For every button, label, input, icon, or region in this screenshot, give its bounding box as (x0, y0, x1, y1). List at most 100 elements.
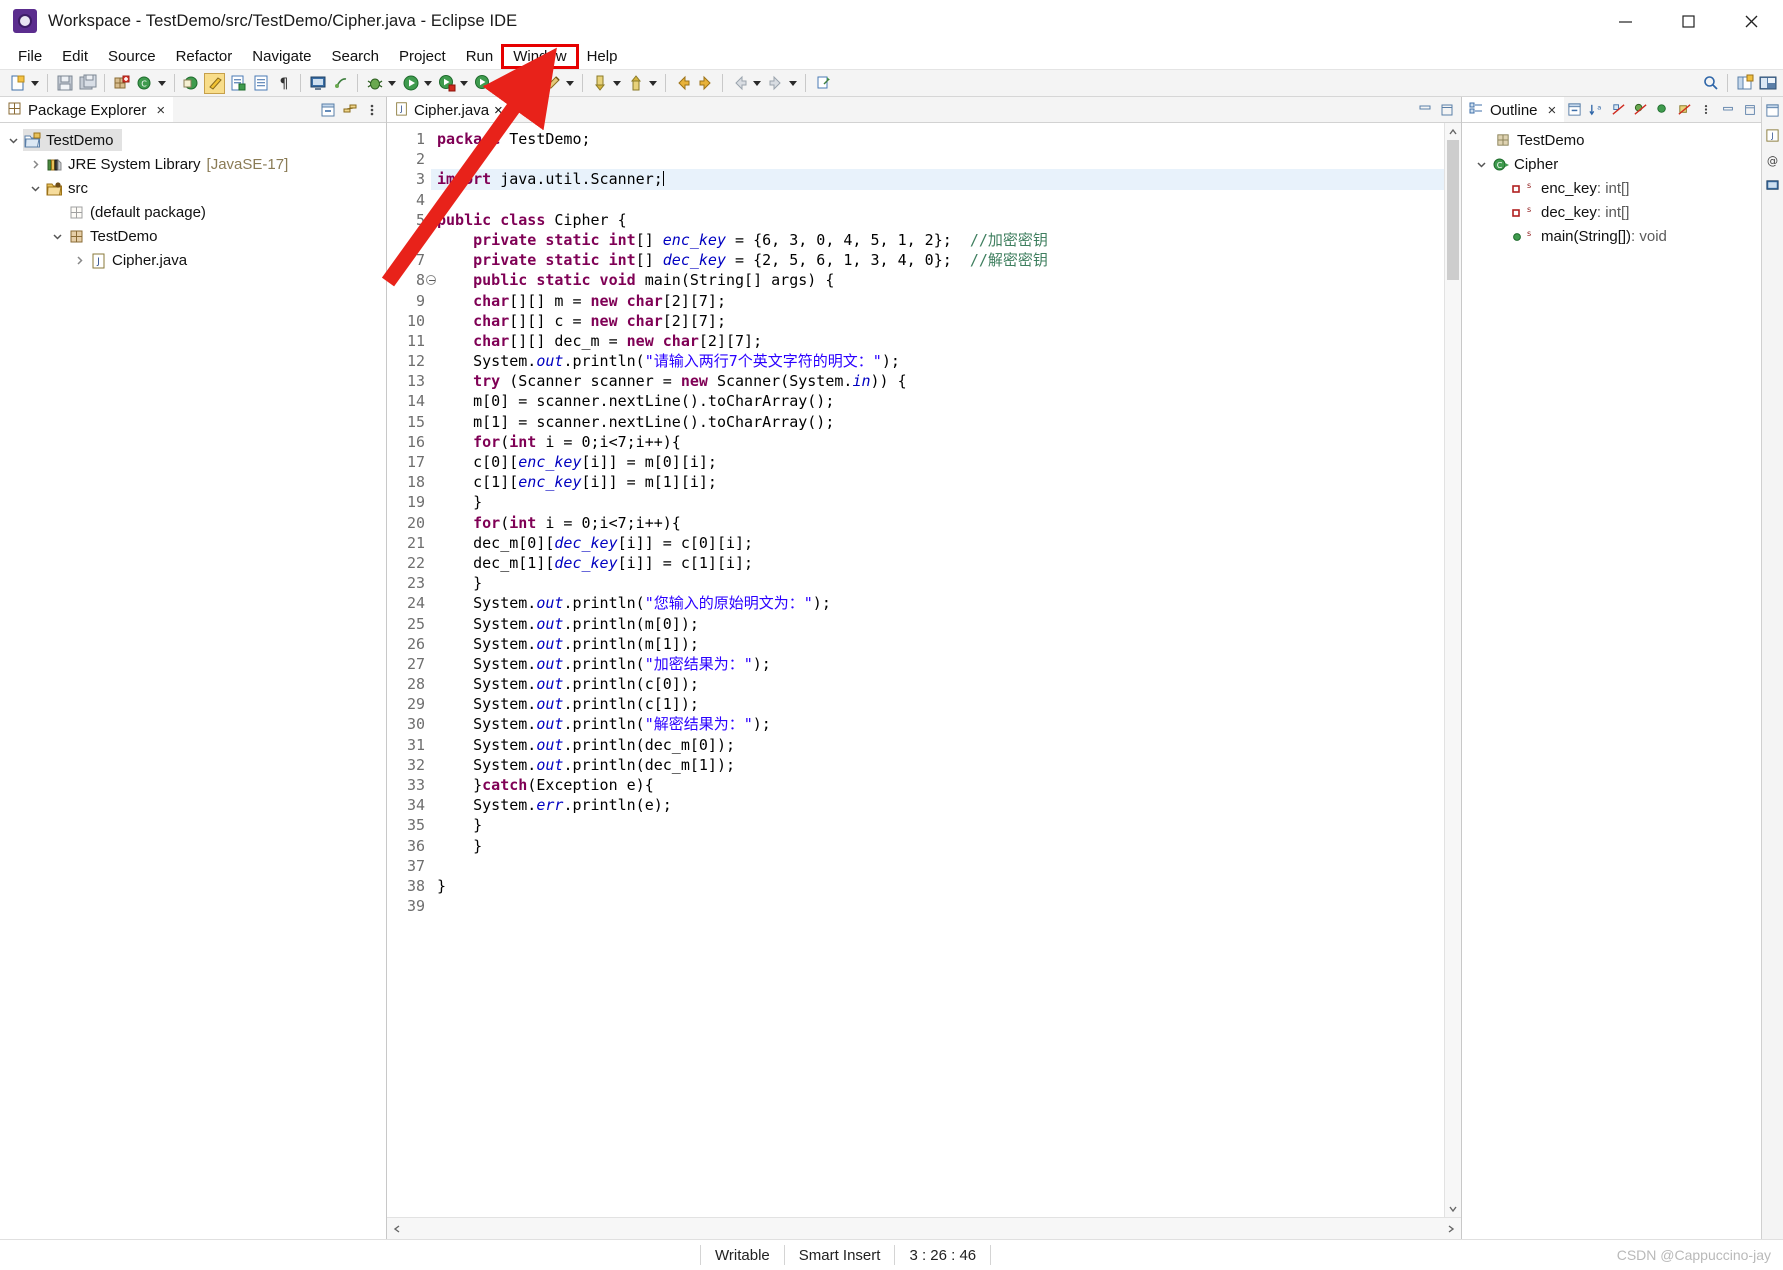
code-line[interactable]: System.out.println(c[1]); (431, 694, 1444, 714)
close-icon[interactable]: × (156, 102, 165, 119)
run-icon[interactable] (400, 73, 421, 94)
chevron-down-icon[interactable] (6, 133, 20, 147)
chevron-right-icon[interactable] (28, 157, 42, 171)
code-line[interactable]: System.out.println(dec_m[0]); (431, 735, 1444, 755)
code-line[interactable]: }catch(Exception e){ (431, 775, 1444, 795)
code-line[interactable]: package TestDemo; (431, 129, 1444, 149)
tab-outline[interactable]: Outline × (1462, 97, 1565, 122)
menu-file[interactable]: File (8, 46, 52, 67)
sort-icon[interactable]: a (1586, 100, 1606, 120)
code-line[interactable] (431, 856, 1444, 876)
menu-navigate[interactable]: Navigate (242, 46, 321, 67)
back-history-icon[interactable] (729, 73, 750, 94)
new-wizard-icon[interactable] (7, 73, 28, 94)
link-with-editor-icon[interactable] (340, 100, 360, 120)
code-line[interactable]: System.out.println("加密结果为："); (431, 654, 1444, 674)
outline-item-main[interactable]: s main(String[]) : void (1462, 224, 1761, 248)
menu-window[interactable]: Window (501, 43, 579, 69)
collapse-all-icon[interactable] (318, 100, 338, 120)
java-perspective-icon[interactable] (1757, 73, 1778, 94)
outline-item-testdemo[interactable]: TestDemo (1462, 128, 1761, 152)
code-line[interactable]: System.out.println("您输入的原始明文为："); (431, 593, 1444, 613)
chevron-down-icon[interactable] (1474, 157, 1488, 171)
menu-help[interactable]: Help (577, 46, 628, 67)
tree-item-default-package[interactable]: (default package) (0, 200, 386, 224)
code-line[interactable]: public static void main(String[] args) { (431, 270, 1444, 290)
outline-item-enc-key[interactable]: s enc_key : int[] (1462, 176, 1761, 200)
maximize-view-icon[interactable] (1740, 100, 1760, 120)
scroll-left-icon[interactable] (387, 1219, 407, 1239)
tree-item-testdemo-project[interactable]: TestDemo (0, 128, 386, 152)
outline-item-dec-key[interactable]: s dec_key : int[] (1462, 200, 1761, 224)
code-area[interactable]: package TestDemo; import java.util.Scann… (431, 123, 1444, 1217)
save-all-icon[interactable] (77, 73, 98, 94)
minimize-view-icon[interactable] (1718, 100, 1738, 120)
maximize-button[interactable] (1657, 0, 1720, 43)
search-icon[interactable] (1700, 73, 1721, 94)
code-line[interactable]: } (431, 815, 1444, 835)
code-line[interactable]: c[1][enc_key[i]] = m[1][i]; (431, 472, 1444, 492)
hide-nonpublic-icon[interactable] (1652, 100, 1672, 120)
save-icon[interactable] (54, 73, 75, 94)
run-coverage-icon[interactable] (436, 73, 457, 94)
code-line[interactable]: dec_m[1][dec_key[i]] = c[1][i]; (431, 553, 1444, 573)
close-icon[interactable]: × (494, 102, 503, 119)
tab-cipher-java[interactable]: J Cipher.java × (387, 97, 510, 122)
menu-search[interactable]: Search (321, 46, 389, 67)
paragraph-icon[interactable]: ¶ (273, 73, 294, 94)
open-perspective-icon[interactable] (1734, 73, 1755, 94)
forward-history-icon[interactable] (765, 73, 786, 94)
code-line[interactable]: char[][] m = new char[2][7]; (431, 291, 1444, 311)
menu-run[interactable]: Run (456, 46, 504, 67)
open-task-icon[interactable] (227, 73, 248, 94)
chevron-down-icon[interactable] (28, 181, 42, 195)
scroll-up-icon[interactable] (1445, 123, 1461, 140)
open-type-icon[interactable] (181, 73, 202, 94)
outline-item-cipher[interactable]: C Cipher (1462, 152, 1761, 176)
collapse-all-icon[interactable] (1564, 100, 1584, 120)
menu-source[interactable]: Source (98, 46, 166, 67)
code-line[interactable]: } (431, 492, 1444, 512)
maximize-view-icon[interactable] (1437, 100, 1457, 120)
link-icon[interactable] (330, 73, 351, 94)
menu-refactor[interactable]: Refactor (166, 46, 243, 67)
code-line[interactable] (431, 190, 1444, 210)
code-line[interactable]: c[0][enc_key[i]] = m[0][i]; (431, 452, 1444, 472)
code-line[interactable]: char[][] dec_m = new char[2][7]; (431, 331, 1444, 351)
external-tools-dropdown-icon[interactable] (494, 73, 505, 94)
code-line[interactable] (431, 896, 1444, 916)
package-explorer-tree[interactable]: TestDemo JRE System Library [JavaSE-17] (0, 123, 386, 1239)
toggle-mark-occurrences-icon[interactable] (204, 72, 225, 94)
editor-horizontal-scrollbar[interactable] (387, 1217, 1461, 1239)
view-menu-icon[interactable] (362, 100, 382, 120)
code-line[interactable]: for(int i = 0;i<7;i++){ (431, 432, 1444, 452)
new-java-class-icon[interactable]: C (134, 73, 155, 94)
at-icon[interactable]: @ (1764, 151, 1782, 169)
debug-icon[interactable] (364, 73, 385, 94)
scroll-down-icon[interactable] (1445, 1200, 1461, 1217)
scroll-right-icon[interactable] (1441, 1219, 1461, 1239)
back-icon[interactable] (672, 73, 693, 94)
java-editor-icon[interactable]: J (1764, 126, 1782, 144)
edit-pen-icon[interactable] (542, 73, 563, 94)
code-line[interactable]: System.out.println(m[0]); (431, 614, 1444, 634)
code-line[interactable]: char[][] c = new char[2][7]; (431, 311, 1444, 331)
code-line[interactable]: System.out.println("请输入两行7个英文字符的明文："); (431, 351, 1444, 371)
debug-dropdown-icon[interactable] (386, 73, 397, 94)
close-button[interactable] (1720, 0, 1783, 43)
code-line[interactable]: } (431, 836, 1444, 856)
forward-icon[interactable] (695, 73, 716, 94)
code-line[interactable]: System.out.println(dec_m[1]); (431, 755, 1444, 775)
external-tools-icon[interactable] (472, 73, 493, 94)
scrollbar-thumb[interactable] (1447, 140, 1459, 280)
code-line[interactable]: System.out.println(m[1]); (431, 634, 1444, 654)
code-line[interactable]: import java.util.Scanner; (431, 169, 1444, 190)
hide-fields-icon[interactable] (1608, 100, 1628, 120)
tree-item-src[interactable]: src (0, 176, 386, 200)
menu-project[interactable]: Project (389, 46, 456, 67)
forward-history-dropdown-icon[interactable] (787, 73, 798, 94)
code-line[interactable]: m[1] = scanner.nextLine().toCharArray(); (431, 412, 1444, 432)
code-line[interactable]: System.out.println("解密结果为："); (431, 714, 1444, 734)
close-icon[interactable]: × (1548, 102, 1557, 119)
new-java-class-dropdown-icon[interactable] (156, 73, 167, 94)
